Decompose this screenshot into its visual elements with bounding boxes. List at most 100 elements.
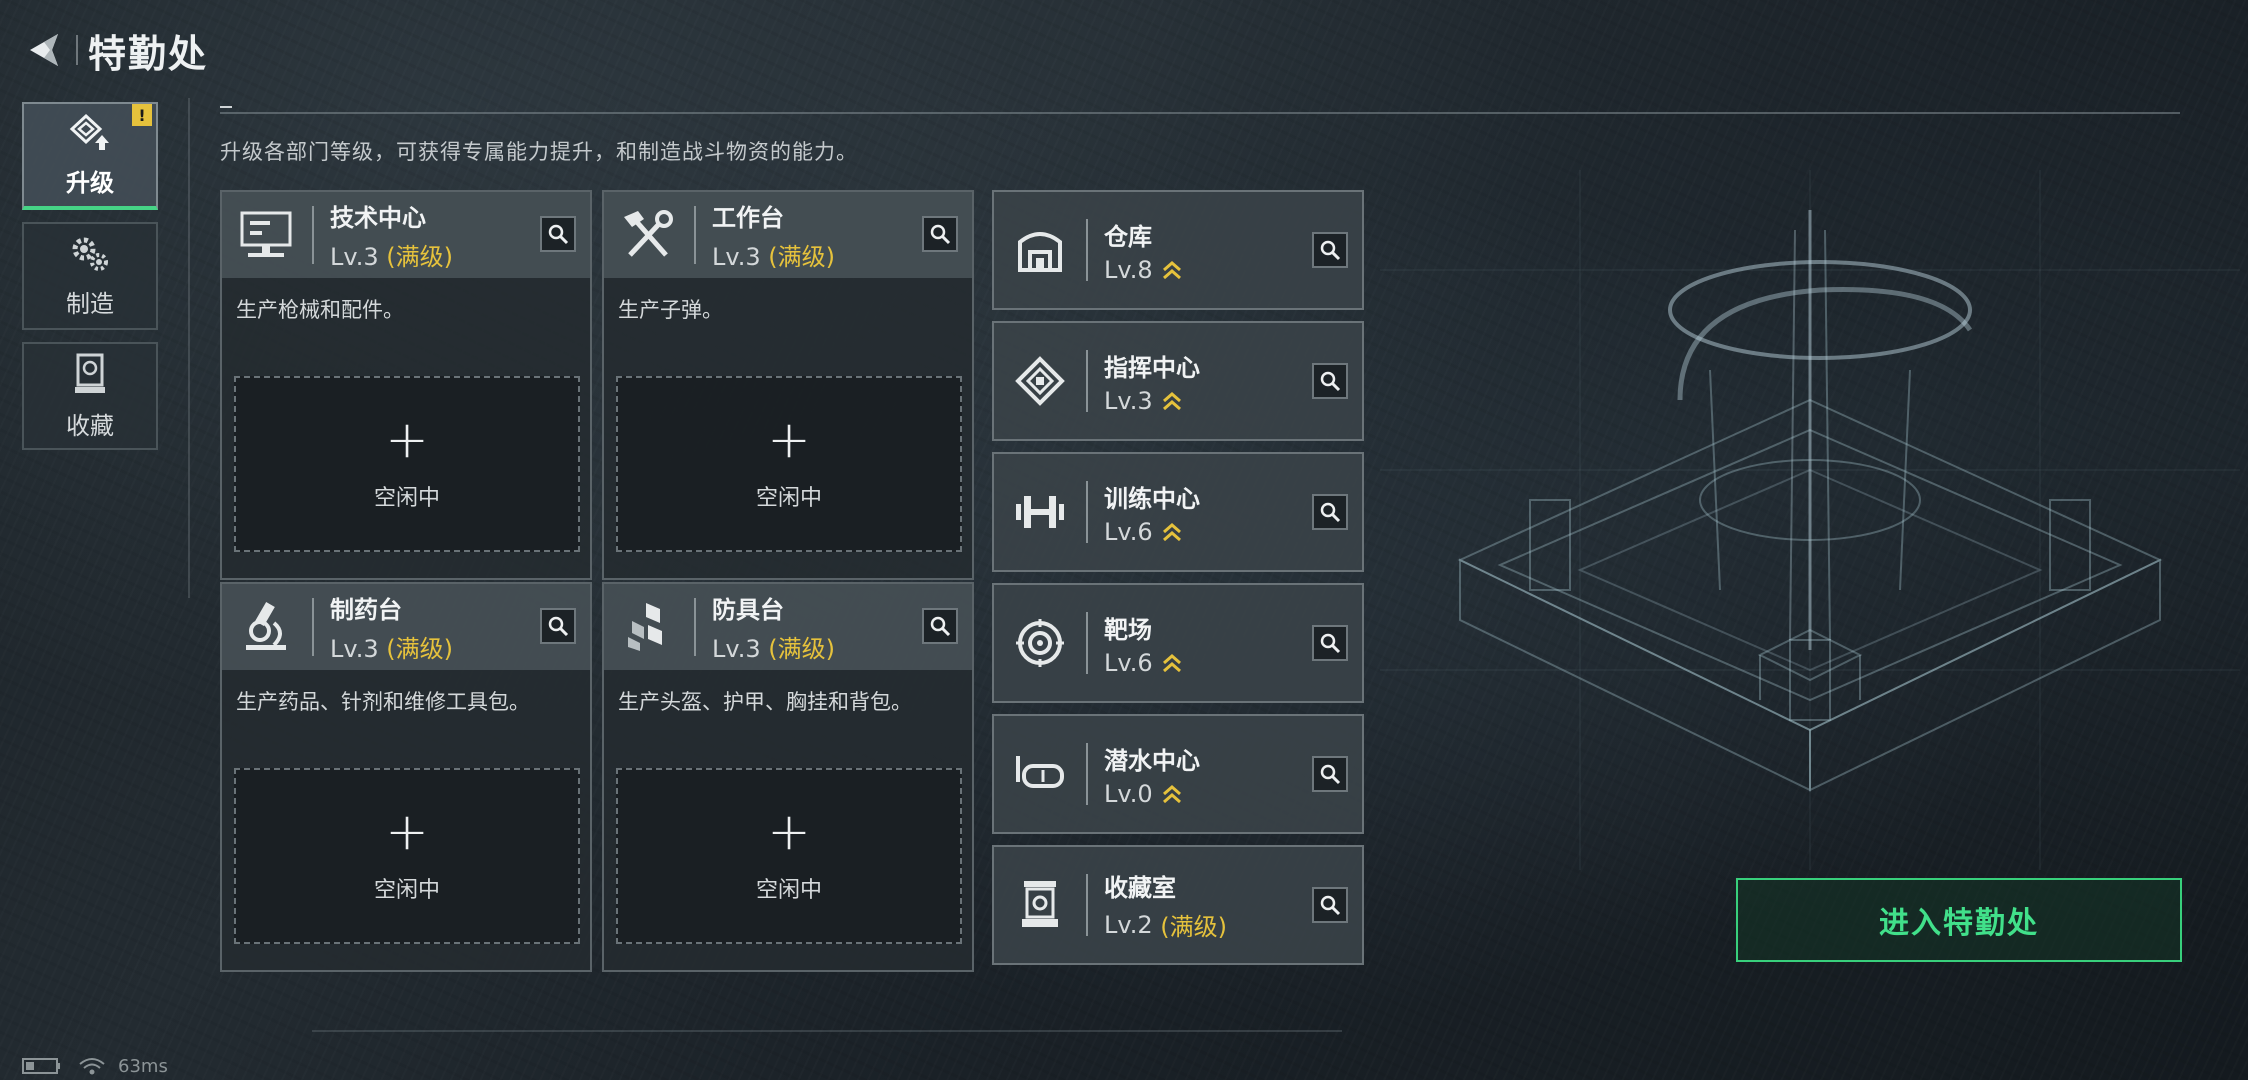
search-icon — [930, 224, 951, 245]
level-value: Lv.3 — [712, 635, 761, 663]
back-button[interactable] — [22, 28, 66, 72]
maxed-tag: (满级) — [1160, 913, 1227, 941]
search-button[interactable] — [922, 216, 958, 252]
base-blueprint-illustration — [1380, 170, 2240, 870]
upgrade-available-icon — [1161, 520, 1183, 544]
card-separator — [1086, 481, 1088, 543]
microscope-icon — [234, 595, 298, 659]
facility-name: 指挥中心 — [1104, 353, 1200, 382]
search-button[interactable] — [1312, 625, 1348, 661]
nav-tab-craft[interactable]: 制造 — [22, 222, 158, 330]
search-button[interactable] — [922, 608, 958, 644]
header-separator — [694, 206, 696, 264]
nav-label: 升级 — [66, 168, 114, 197]
facility-card-command-center[interactable]: 指挥中心 Lv.3 — [992, 321, 1364, 441]
nav-tab-collection[interactable]: 收藏 — [22, 342, 158, 450]
dept-card-armor[interactable]: 防具台 Lv.3 (满级) 生产头盔、护甲、胸挂和背包。 + 空闲中 — [602, 582, 974, 972]
frame-line — [312, 1030, 1342, 1032]
dept-card-workbench[interactable]: 工作台 Lv.3 (满级) 生产子弹。 + 空闲中 — [602, 190, 974, 580]
dept-name: 技术中心 — [330, 204, 426, 232]
dept-card-pharmacy[interactable]: 制药台 Lv.3 (满级) 生产药品、针剂和维修工具包。 + 空闲中 — [220, 582, 592, 972]
facility-name: 仓库 — [1104, 222, 1152, 251]
idle-slot[interactable]: + 空闲中 — [234, 376, 580, 552]
facility-card-training-center[interactable]: 训练中心 Lv.6 — [992, 452, 1364, 572]
facility-level: Lv.6 — [1104, 649, 1183, 677]
facility-card-diving-center[interactable]: 潜水中心 Lv.0 — [992, 714, 1364, 834]
battery-icon — [22, 1058, 60, 1074]
dept-description: 生产药品、针剂和维修工具包。 — [236, 690, 530, 714]
search-button[interactable] — [1312, 494, 1348, 530]
level-value: Lv.8 — [1104, 255, 1153, 284]
dept-card-header: 防具台 Lv.3 (满级) — [604, 584, 972, 670]
facility-name: 潜水中心 — [1104, 746, 1200, 775]
card-separator — [1086, 874, 1088, 936]
upgrade-available-icon — [1161, 782, 1183, 806]
back-arrow-icon — [30, 34, 58, 66]
search-button[interactable] — [540, 216, 576, 252]
dumbbell-icon — [1006, 478, 1074, 546]
facility-name: 训练中心 — [1104, 484, 1200, 513]
card-separator — [1086, 350, 1088, 412]
target-icon — [1006, 609, 1074, 677]
warehouse-icon — [1006, 216, 1074, 284]
dept-card-tech-center[interactable]: 技术中心 Lv.3 (满级) 生产枪械和配件。 + 空闲中 — [220, 190, 592, 580]
dept-card-header: 制药台 Lv.3 (满级) — [222, 584, 590, 670]
idle-slot[interactable]: + 空闲中 — [234, 768, 580, 944]
search-icon — [1320, 502, 1341, 523]
card-separator — [1086, 743, 1088, 805]
level-value: Lv.0 — [1104, 779, 1153, 808]
plus-icon: + — [767, 802, 811, 862]
search-button[interactable] — [1312, 363, 1348, 399]
search-button[interactable] — [1312, 887, 1348, 923]
plus-icon: + — [385, 410, 429, 470]
enter-special-ops-button[interactable]: 进入特勤处 — [1736, 878, 2182, 962]
facility-level: Lv.3 — [1104, 387, 1200, 415]
left-nav: ! 升级 制造 收藏 — [22, 102, 158, 462]
plus-icon: + — [385, 802, 429, 862]
search-icon — [548, 616, 569, 637]
page-title: 特勤处 — [88, 31, 209, 76]
dept-card-header: 技术中心 Lv.3 (满级) — [222, 192, 590, 278]
collection-icon — [75, 353, 105, 393]
facility-card-collection-room[interactable]: 收藏室 Lv.2 (满级) — [992, 845, 1364, 965]
search-button[interactable] — [1312, 756, 1348, 792]
search-icon — [548, 224, 569, 245]
maxed-tag: (满级) — [386, 635, 453, 663]
search-button[interactable] — [1312, 232, 1348, 268]
idle-label: 空闲中 — [373, 878, 440, 903]
header-separator — [312, 206, 314, 264]
computer-icon — [234, 203, 298, 267]
facility-level: Lv.6 — [1104, 518, 1200, 546]
plus-icon: + — [767, 410, 811, 470]
idle-label: 空闲中 — [373, 486, 440, 511]
search-button[interactable] — [540, 608, 576, 644]
level-value: Lv.6 — [1104, 648, 1153, 677]
chip-icon — [1006, 347, 1074, 415]
idle-slot[interactable]: + 空闲中 — [616, 376, 962, 552]
nav-label: 制造 — [66, 289, 114, 318]
nav-tab-upgrade[interactable]: ! 升级 — [22, 102, 158, 210]
status-bar: 63ms — [22, 1054, 168, 1078]
level-value: Lv.3 — [330, 243, 379, 271]
facility-card-warehouse[interactable]: 仓库 Lv.8 — [992, 190, 1364, 310]
idle-slot[interactable]: + 空闲中 — [616, 768, 962, 944]
idle-label: 空闲中 — [755, 878, 822, 903]
dept-level: Lv.3 (满级) — [712, 237, 835, 272]
card-separator — [1086, 612, 1088, 674]
header-separator — [694, 598, 696, 656]
dept-name: 防具台 — [712, 596, 784, 624]
upgrade-available-icon — [1161, 389, 1183, 413]
facility-level: Lv.0 — [1104, 780, 1200, 808]
dept-description: 生产头盔、护甲、胸挂和背包。 — [618, 690, 912, 714]
facility-name: 收藏室 — [1104, 874, 1176, 902]
upgrade-available-icon — [1161, 258, 1183, 282]
card-separator — [1086, 219, 1088, 281]
gears-icon — [72, 237, 108, 271]
level-value: Lv.3 — [330, 635, 379, 663]
section-description: 升级各部门等级，可获得专属能力提升，和制造战斗物资的能力。 — [220, 140, 858, 164]
facility-card-shooting-range[interactable]: 靶场 Lv.6 — [992, 583, 1364, 703]
search-icon — [1320, 895, 1341, 916]
alert-badge: ! — [132, 104, 152, 126]
upgrade-icon — [69, 113, 109, 150]
maxed-tag: (满级) — [768, 243, 835, 271]
